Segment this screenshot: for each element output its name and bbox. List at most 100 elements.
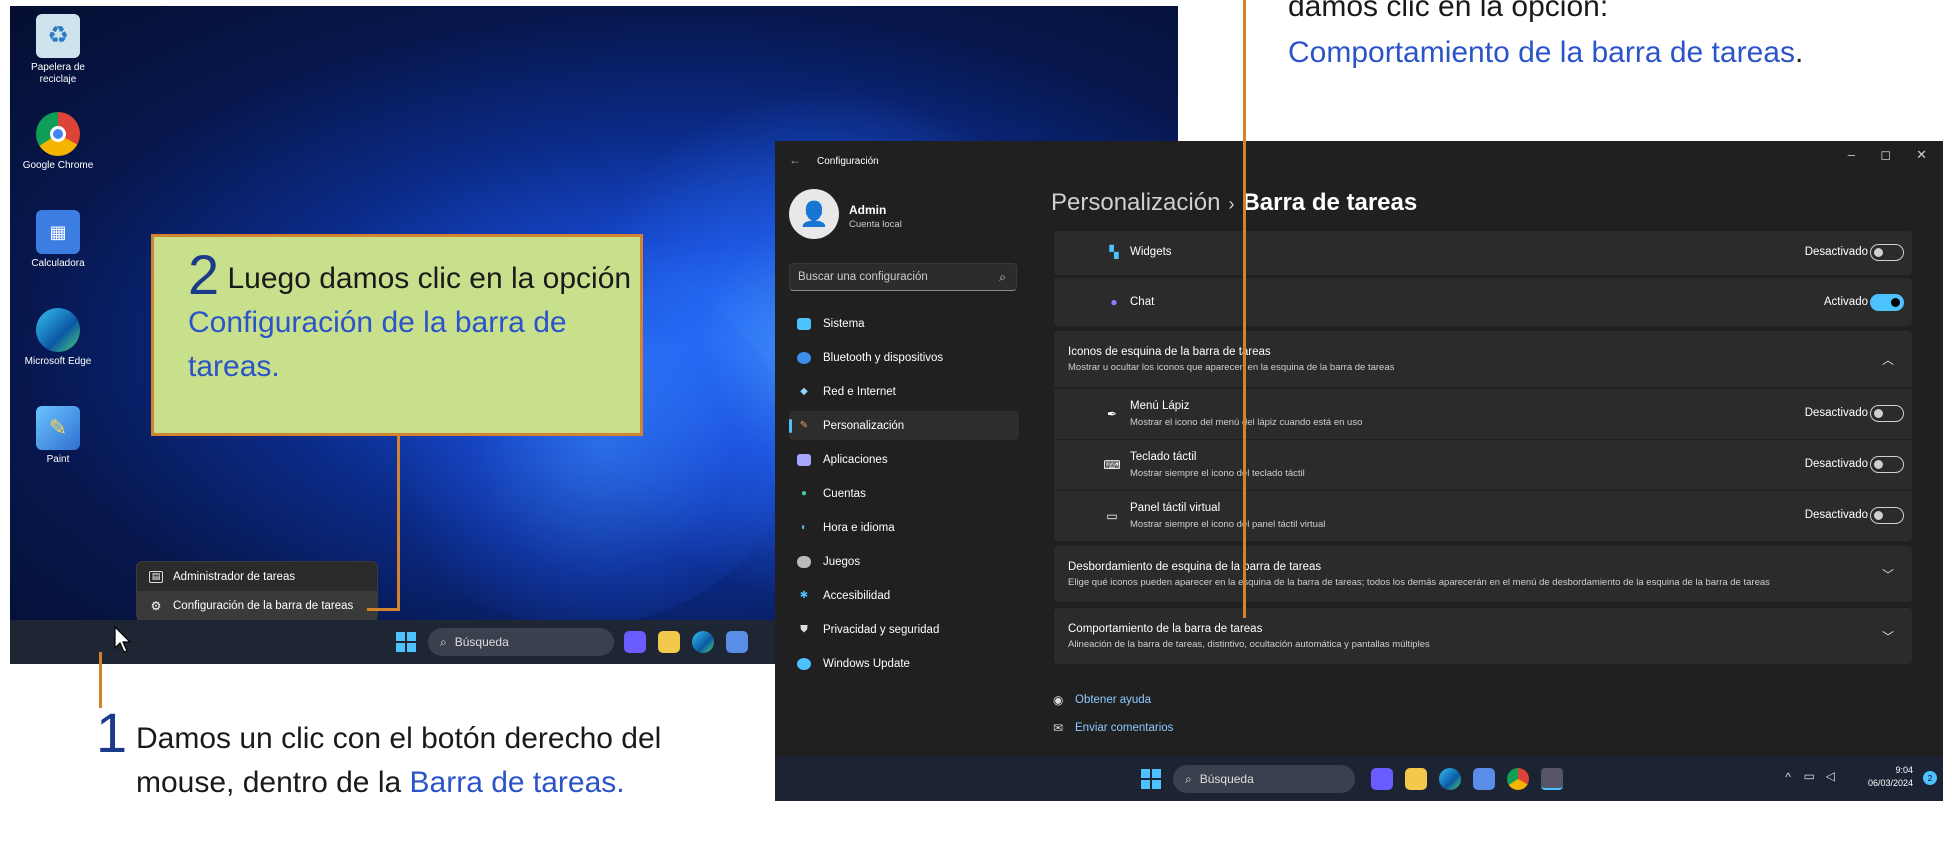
sidebar-item-apps[interactable]: Aplicaciones: [789, 445, 1019, 474]
toggle-state-label: Desactivado: [1804, 458, 1868, 470]
chrome-icon[interactable]: [1507, 768, 1529, 790]
sidebar-item-system[interactable]: Sistema: [789, 309, 1019, 338]
setting-description: Mostrar siempre el icono del teclado tác…: [1130, 468, 1305, 479]
file-explorer-icon[interactable]: [1405, 768, 1427, 790]
person-icon: ●: [800, 488, 808, 499]
settings-search-input[interactable]: Buscar una configuración ⌕: [789, 263, 1017, 291]
search-placeholder: Buscar una configuración: [798, 271, 928, 283]
setting-description: Elige qué iconos pueden aparecer en la e…: [1068, 577, 1770, 588]
sidebar-item-time-language[interactable]: ◐ Hora e idioma: [789, 513, 1019, 542]
setting-row-pen-menu: ✒ Menú Lápiz Mostrar el icono del menú d…: [1054, 389, 1912, 439]
window-title: Configuración: [817, 156, 879, 167]
taskbar-context-menu: ▤ Administrador de tareas ⚙ Configuració…: [136, 561, 378, 621]
taskbar-search[interactable]: ⌕ Búsqueda: [1173, 765, 1355, 793]
toggle-state-label: Desactivado: [1804, 246, 1868, 258]
sidebar-item-bluetooth[interactable]: Bluetooth y dispositivos: [789, 343, 1019, 372]
chevron-down-icon[interactable]: ﹀: [1882, 628, 1894, 645]
close-icon[interactable]: ✕: [1916, 147, 1927, 163]
taskbar-search-label: Búsqueda: [454, 635, 509, 649]
desktop-icon-label: reciclaje: [39, 74, 77, 85]
feedback-icon: ✉: [1053, 721, 1064, 735]
volume-icon[interactable]: ◁: [1826, 769, 1835, 783]
chat-icon: ●: [1110, 295, 1118, 309]
desktop-icon-label: Calculadora: [31, 258, 85, 269]
taskbar-search[interactable]: ⌕ Búsqueda: [428, 628, 614, 656]
get-help-link[interactable]: Obtener ayuda: [1075, 694, 1151, 706]
network-icon[interactable]: ▭: [1804, 769, 1815, 783]
edge-icon[interactable]: [1439, 768, 1461, 790]
setting-group-taskbar-behavior[interactable]: Comportamiento de la barra de tareas Ali…: [1054, 608, 1912, 664]
store-icon[interactable]: [1473, 768, 1495, 790]
sidebar-item-label: Aplicaciones: [823, 453, 888, 466]
breadcrumb-parent[interactable]: Personalización: [1051, 189, 1220, 216]
windows-start-icon[interactable]: [396, 632, 416, 652]
touchpad-icon: ▭: [1106, 509, 1118, 523]
setting-title: Menú Lápiz: [1130, 400, 1190, 412]
sidebar-item-accounts[interactable]: ● Cuentas: [789, 479, 1019, 508]
system-icon: [797, 317, 811, 330]
minimize-icon[interactable]: –: [1848, 147, 1855, 162]
setting-description: Mostrar el icono del menú del lápiz cuan…: [1130, 417, 1363, 428]
sidebar-item-network[interactable]: ◆ Red e Internet: [789, 377, 1019, 406]
desktop-icon-label: Papelera de: [31, 62, 85, 73]
desktop-icon-recycle-bin[interactable]: ♻ Papelera de reciclaje: [16, 14, 100, 86]
back-arrow-icon[interactable]: ←: [789, 153, 801, 167]
tray-clock[interactable]: 9:04 06/03/2024: [1868, 764, 1913, 790]
sidebar-item-personalization[interactable]: ✎ Personalización: [789, 411, 1019, 440]
notification-badge[interactable]: 2: [1923, 771, 1937, 785]
touchpad-toggle[interactable]: [1870, 507, 1904, 524]
help-icon: ◉: [1053, 693, 1064, 707]
context-item-task-manager[interactable]: ▤ Administrador de tareas: [137, 562, 377, 591]
connector-line: [367, 608, 400, 611]
sidebar-item-privacy[interactable]: ⛊ Privacidad y seguridad: [789, 615, 1019, 644]
desktop-icon-paint[interactable]: ✎ Paint: [16, 406, 100, 466]
setting-row-widgets: ▚ Widgets Desactivado: [1054, 231, 1912, 275]
search-icon: ⌕: [1185, 771, 1192, 786]
pen-menu-toggle[interactable]: [1870, 405, 1904, 422]
chat-app-icon[interactable]: [1371, 768, 1393, 790]
touch-keyboard-toggle[interactable]: [1870, 456, 1904, 473]
restore-icon[interactable]: ◻: [1880, 147, 1891, 163]
keyboard-icon: ⌨: [1103, 458, 1121, 472]
chevron-up-icon[interactable]: ︿: [1882, 351, 1894, 368]
avatar[interactable]: 👤: [789, 189, 839, 239]
desktop-icon-label: Paint: [46, 454, 70, 465]
context-item-taskbar-settings[interactable]: ⚙ Configuración de la barra de tareas: [137, 591, 377, 620]
chevron-up-icon[interactable]: ^: [1785, 770, 1791, 784]
setting-title: Desbordamiento de esquina de la barra de…: [1068, 561, 1322, 573]
step-number: 2: [188, 243, 220, 306]
sidebar-item-label: Cuentas: [823, 487, 866, 500]
chevron-down-icon[interactable]: ﹀: [1882, 566, 1894, 583]
desktop-icon-calculator[interactable]: ▦ Calculadora: [16, 210, 100, 270]
desktop-icon-chrome[interactable]: Google Chrome: [16, 112, 100, 172]
sidebar-item-label: Windows Update: [823, 657, 910, 670]
chat-toggle[interactable]: [1870, 294, 1904, 311]
context-item-label: Configuración de la barra de tareas: [173, 599, 354, 612]
widgets-toggle[interactable]: [1870, 244, 1904, 261]
sidebar-item-windows-update[interactable]: Windows Update: [789, 649, 1019, 678]
store-icon[interactable]: [726, 631, 748, 653]
desktop-icon-label: Microsoft Edge: [24, 356, 92, 367]
edge-icon: [36, 308, 80, 352]
wifi-icon: ◆: [800, 386, 808, 397]
edge-icon[interactable]: [692, 631, 714, 653]
desktop-icon-edge[interactable]: Microsoft Edge: [16, 308, 100, 368]
toggle-state-label: Desactivado: [1804, 407, 1868, 419]
settings-app-icon[interactable]: [1541, 768, 1563, 790]
settings-taskbar[interactable]: ⌕ Búsqueda ^ ▭ ◁ 9:04 06/03/2024 2: [775, 757, 1943, 801]
setting-title: Widgets: [1130, 246, 1172, 258]
send-feedback-link[interactable]: Enviar comentarios: [1075, 722, 1173, 734]
paint-icon: ✎: [36, 406, 80, 450]
gear-icon: ⚙: [150, 598, 162, 613]
windows-start-icon[interactable]: [1141, 769, 1161, 789]
chat-app-icon[interactable]: [624, 631, 646, 653]
sidebar-item-gaming[interactable]: Juegos: [789, 547, 1019, 576]
user-account-type: Cuenta local: [849, 219, 902, 230]
setting-group-corner-icons[interactable]: Iconos de esquina de la barra de tareas …: [1054, 331, 1912, 387]
sidebar-item-accessibility[interactable]: ✱ Accesibilidad: [789, 581, 1019, 610]
task-manager-icon: ▤: [149, 570, 163, 583]
context-item-label: Administrador de tareas: [173, 570, 296, 583]
setting-group-corner-overflow[interactable]: Desbordamiento de esquina de la barra de…: [1054, 546, 1912, 602]
widgets-icon: ▚: [1109, 245, 1119, 259]
file-explorer-icon[interactable]: [658, 631, 680, 653]
